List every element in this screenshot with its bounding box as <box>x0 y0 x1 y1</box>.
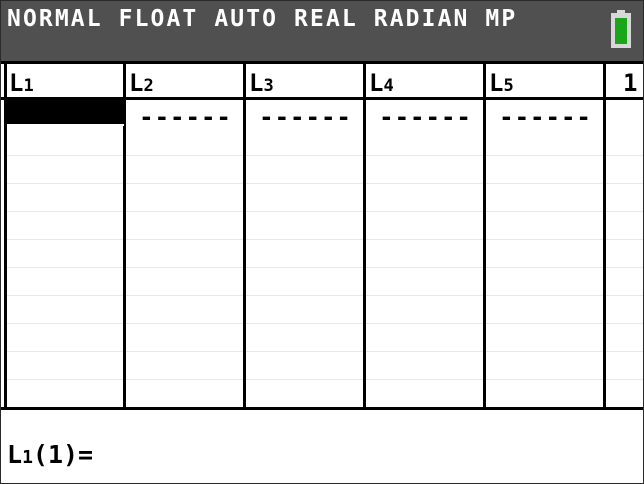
battery-icon <box>611 10 631 48</box>
calculator-screen: NORMAL FLOAT AUTO REAL RADIAN MP L1 L2 L… <box>0 0 644 484</box>
list-editor-table: L1 L2 L3 L4 L5 1 ------ ------ ------ --… <box>1 61 643 410</box>
column-header-partial[interactable]: 1 <box>623 69 637 99</box>
column-header-l1[interactable]: L1 <box>9 69 34 99</box>
column-header-l3[interactable]: L3 <box>249 69 274 99</box>
column-header-l5[interactable]: L5 <box>489 69 514 99</box>
table-bottom-rule <box>1 407 643 410</box>
cell-l5-row1[interactable]: ------ <box>487 105 604 129</box>
status-bar: NORMAL FLOAT AUTO REAL RADIAN MP <box>1 1 643 61</box>
entry-line[interactable]: L1(1)= <box>7 441 93 472</box>
mode-status-text: NORMAL FLOAT AUTO REAL RADIAN MP <box>7 6 518 32</box>
cell-l3-row1[interactable]: ------ <box>247 105 364 129</box>
cell-l2-row1[interactable]: ------ <box>127 105 244 129</box>
table-top-rule <box>1 61 643 64</box>
column-header-l2[interactable]: L2 <box>129 69 154 99</box>
column-header-l4[interactable]: L4 <box>369 69 394 99</box>
cell-l1-row1[interactable]: ------ <box>7 105 124 129</box>
cell-l4-row1[interactable]: ------ <box>367 105 484 129</box>
